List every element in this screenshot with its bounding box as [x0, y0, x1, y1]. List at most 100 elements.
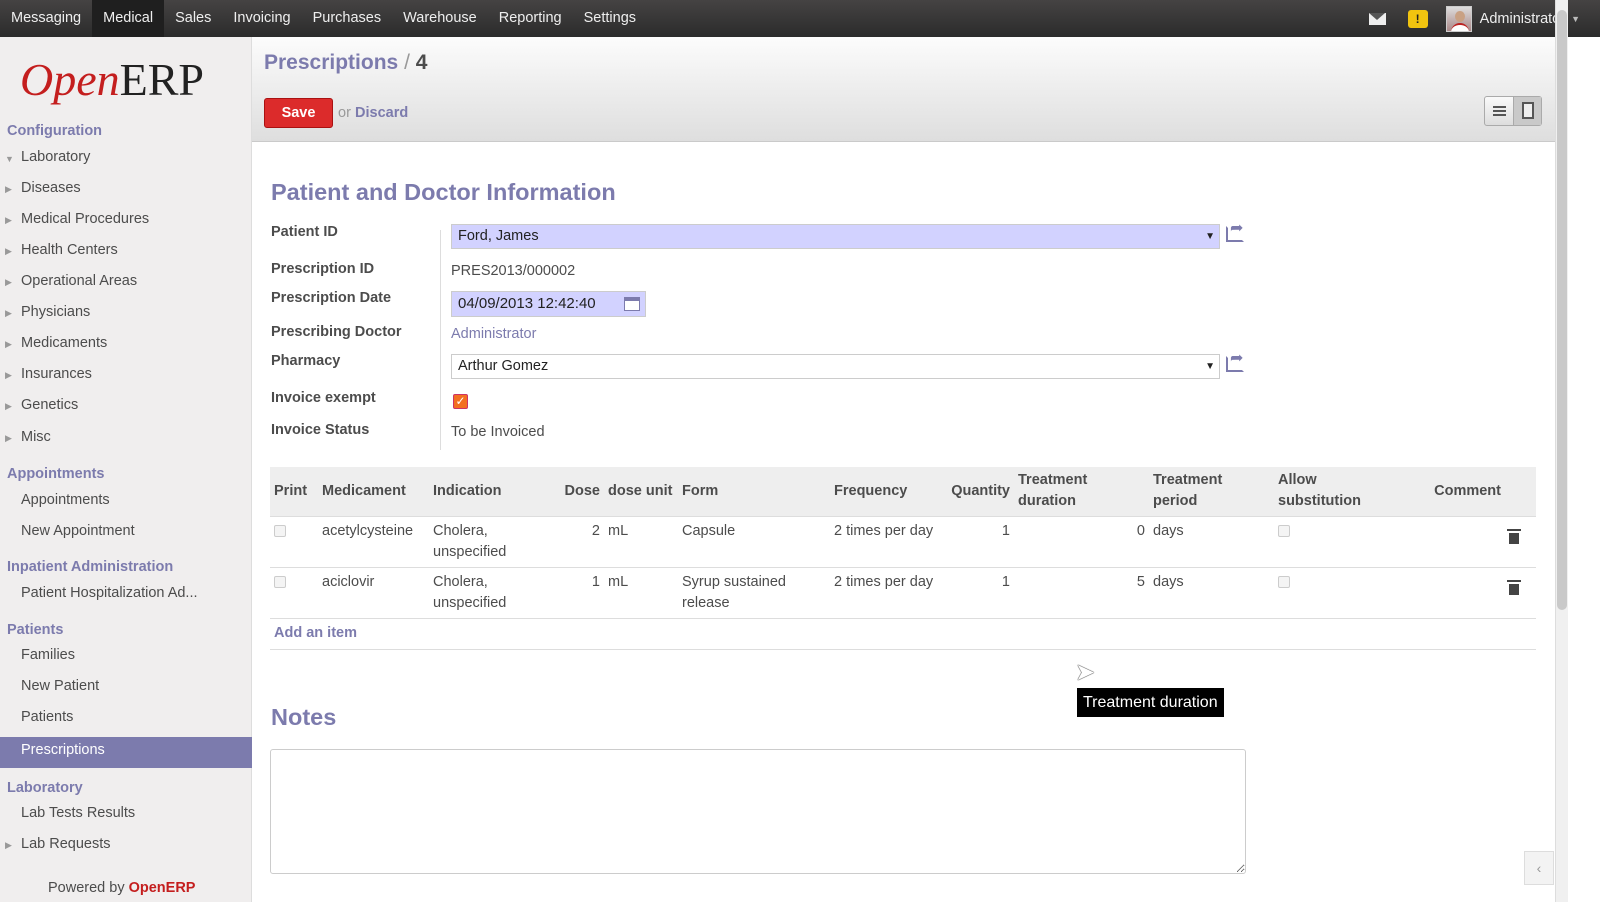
cell-form[interactable]: Capsule — [678, 515, 830, 567]
sidebar-item-insurances[interactable]: Insurances — [21, 366, 92, 382]
trash-icon[interactable] — [1507, 528, 1521, 544]
cell-indication[interactable]: Cholera, unspecified — [429, 515, 540, 567]
sidebar-section-inpatient[interactable]: Inpatient Administration — [7, 559, 173, 575]
print-checkbox[interactable] — [274, 524, 286, 537]
scrollbar-thumb[interactable] — [1557, 10, 1567, 610]
cell-quantity[interactable]: 1 — [940, 566, 1014, 618]
sidebar-section-configuration[interactable]: Configuration — [7, 123, 102, 139]
column-header-print[interactable]: Print — [270, 467, 318, 516]
cell-treatment-period[interactable]: days — [1149, 566, 1274, 618]
column-header-dose[interactable]: Dose — [540, 467, 604, 516]
print-checkbox[interactable] — [274, 575, 286, 588]
cell-form[interactable]: Syrup sustained release — [678, 566, 830, 618]
calendar-icon[interactable] — [624, 297, 640, 311]
allow-substitution-checkbox[interactable] — [1278, 575, 1290, 588]
dropdown-arrow-icon[interactable]: ▼ — [1205, 225, 1215, 248]
cell-dose[interactable]: 1 — [540, 566, 604, 618]
table-row[interactable]: aciclovir Cholera, unspecified 1 mL Syru… — [270, 566, 1536, 618]
discard-button[interactable]: Discard — [355, 105, 408, 121]
cell-dose-unit[interactable]: mL — [604, 566, 678, 618]
sidebar-item-prescriptions[interactable]: Prescriptions — [21, 742, 105, 758]
topnav-purchases[interactable]: Purchases — [302, 0, 393, 37]
dropdown-arrow-icon[interactable]: ▼ — [1205, 355, 1215, 378]
invoice-exempt-checkbox[interactable]: ✓ — [453, 394, 468, 409]
sidebar-item-patient-hospitalization[interactable]: Patient Hospitalization Ad... — [21, 585, 198, 601]
sidebar-item-physicians[interactable]: Physicians — [21, 304, 90, 320]
notes-textarea[interactable] — [270, 749, 1246, 874]
collapse-chevron-icon[interactable]: ‹ — [1524, 851, 1554, 885]
sidebar-item-new-patient[interactable]: New Patient — [21, 678, 99, 694]
cell-medicament[interactable]: aciclovir — [318, 566, 429, 618]
topnav-invoicing[interactable]: Invoicing — [222, 0, 301, 37]
column-header-treatment-duration[interactable]: Treatment duration — [1014, 467, 1149, 516]
mail-icon[interactable] — [1368, 12, 1386, 25]
column-header-frequency[interactable]: Frequency — [830, 467, 940, 516]
topnav-sales[interactable]: Sales — [164, 0, 222, 37]
prescribing-doctor-link[interactable]: Administrator — [451, 326, 536, 342]
cell-indication[interactable]: Cholera, unspecified — [429, 566, 540, 618]
external-link-icon[interactable] — [1226, 348, 1244, 372]
sidebar-item-patients[interactable]: Patients — [21, 709, 73, 725]
column-header-treatment-period[interactable]: Treatment period — [1149, 467, 1274, 516]
sidebar-item-misc[interactable]: Misc — [21, 429, 51, 445]
cell-frequency[interactable]: 2 times per day — [830, 515, 940, 567]
prescription-date-field[interactable]: 04/09/2013 12:42:40 — [451, 291, 646, 317]
cell-treatment-duration[interactable]: 0 — [1014, 515, 1149, 567]
column-header-quantity[interactable]: Quantity — [940, 467, 1014, 516]
breadcrumb-prescriptions[interactable]: Prescriptions — [264, 51, 398, 74]
sidebar-item-appointments[interactable]: Appointments — [21, 492, 110, 508]
column-header-comment[interactable]: Comment — [1407, 467, 1505, 516]
collapsed-triangle-icon[interactable]: ▶ — [5, 215, 12, 226]
scrollbar[interactable] — [1555, 0, 1568, 902]
sidebar-item-medicaments[interactable]: Medicaments — [21, 335, 107, 351]
cell-dose-unit[interactable]: mL — [604, 515, 678, 567]
chevron-down-icon[interactable]: ▼ — [1571, 14, 1580, 24]
cell-dose[interactable]: 2 — [540, 515, 604, 567]
cell-comment[interactable] — [1407, 515, 1505, 567]
collapsed-triangle-icon[interactable]: ▶ — [5, 370, 12, 381]
add-item-link[interactable]: Add an item — [274, 625, 357, 641]
user-menu[interactable]: Administrator — [1480, 11, 1565, 27]
collapsed-triangle-icon[interactable]: ▶ — [5, 277, 12, 288]
column-header-allow-substitution[interactable]: Allow substitution — [1274, 467, 1407, 516]
column-header-dose-unit[interactable]: dose unit — [604, 467, 678, 516]
sidebar-section-laboratory[interactable]: Laboratory — [7, 780, 83, 796]
sidebar-item-laboratory-config[interactable]: Laboratory — [21, 149, 90, 165]
powered-by-link[interactable]: OpenERP — [129, 880, 196, 896]
cell-comment[interactable] — [1407, 566, 1505, 618]
expanded-triangle-icon[interactable]: ▼ — [5, 154, 14, 164]
topnav-warehouse[interactable]: Warehouse — [392, 0, 488, 37]
sidebar-section-appointments[interactable]: Appointments — [7, 466, 104, 482]
sidebar-section-patients[interactable]: Patients — [7, 622, 63, 638]
sidebar-item-genetics[interactable]: Genetics — [21, 397, 78, 413]
pharmacy-field[interactable]: Arthur Gomez ▼ — [451, 354, 1220, 379]
sidebar-item-diseases[interactable]: Diseases — [21, 180, 81, 196]
form-view-button[interactable] — [1512, 97, 1541, 125]
sidebar-item-operational-areas[interactable]: Operational Areas — [21, 273, 137, 289]
column-header-medicament[interactable]: Medicament — [318, 467, 429, 516]
sidebar-item-medical-procedures[interactable]: Medical Procedures — [21, 211, 149, 227]
collapsed-triangle-icon[interactable]: ▶ — [5, 840, 12, 851]
warning-icon[interactable]: ! — [1407, 9, 1428, 28]
collapsed-triangle-icon[interactable]: ▶ — [5, 246, 12, 257]
cell-treatment-period[interactable]: days — [1149, 515, 1274, 567]
sidebar-item-families[interactable]: Families — [21, 647, 75, 663]
topnav-settings[interactable]: Settings — [573, 0, 647, 37]
cell-quantity[interactable]: 1 — [940, 515, 1014, 567]
allow-substitution-checkbox[interactable] — [1278, 524, 1290, 537]
collapsed-triangle-icon[interactable]: ▶ — [5, 401, 12, 412]
table-row[interactable]: acetylcysteine Cholera, unspecified 2 mL… — [270, 515, 1536, 567]
list-view-button[interactable] — [1485, 97, 1513, 125]
collapsed-triangle-icon[interactable]: ▶ — [5, 433, 12, 444]
collapsed-triangle-icon[interactable]: ▶ — [5, 308, 12, 319]
sidebar-item-health-centers[interactable]: Health Centers — [21, 242, 118, 258]
avatar[interactable] — [1445, 5, 1472, 32]
collapsed-triangle-icon[interactable]: ▶ — [5, 339, 12, 350]
cell-treatment-duration[interactable]: 5 — [1014, 566, 1149, 618]
save-button[interactable]: Save — [264, 98, 333, 128]
topnav-reporting[interactable]: Reporting — [488, 0, 573, 37]
sidebar-item-lab-requests[interactable]: Lab Requests — [21, 836, 110, 852]
topnav-messaging[interactable]: Messaging — [0, 0, 92, 37]
trash-icon[interactable] — [1507, 579, 1521, 595]
openerp-logo[interactable]: OpenERP — [20, 55, 204, 105]
